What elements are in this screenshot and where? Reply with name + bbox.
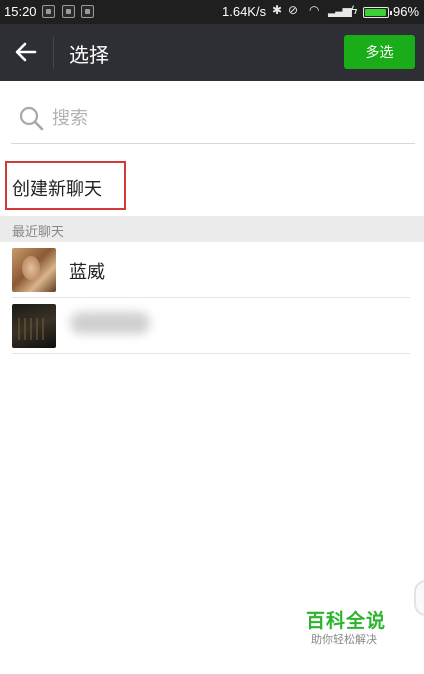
avatar: [12, 304, 56, 348]
avatar: [12, 248, 56, 292]
net-speed: 1.64K/s: [222, 4, 267, 19]
contact-name: 蓝威: [69, 262, 105, 282]
alarm-off-icon: ⊘: [288, 3, 299, 17]
floating-edge-handle[interactable]: [414, 580, 424, 616]
bluetooth-icon: ✱: [272, 3, 283, 17]
row-divider: [12, 353, 410, 354]
battery-icon: [363, 7, 392, 18]
status-time: 15:20: [4, 4, 37, 19]
signal-icon: ▂▃▅: [328, 3, 352, 17]
status-bar: 15:20 1.64K/s ✱ ⊘ ◠ ▂▃▅ ϟ 96%: [0, 0, 424, 24]
recent-chats-label: 最近聊天: [12, 224, 65, 239]
search-icon: [19, 106, 44, 131]
title-bar: 选择 多选: [0, 24, 424, 81]
multi-select-button[interactable]: 多选: [344, 35, 415, 69]
notification-icon: [62, 5, 75, 18]
create-new-chat-button[interactable]: 创建新聊天: [5, 161, 126, 210]
notification-icon: [81, 5, 94, 18]
contact-row[interactable]: [0, 298, 424, 354]
back-arrow-icon: [15, 42, 37, 62]
blurred-contact-name: [70, 312, 150, 334]
battery-percent: 96%: [393, 4, 420, 19]
search-bar[interactable]: [11, 98, 415, 144]
watermark-subtitle: 助你轻松解决: [311, 634, 377, 646]
recent-chats-header: 最近聊天: [0, 216, 424, 242]
contact-row[interactable]: 蓝威: [0, 242, 424, 298]
wifi-icon: ◠: [309, 3, 320, 17]
page-title: 选择: [69, 45, 109, 67]
search-input[interactable]: [52, 104, 392, 132]
charging-icon: ϟ: [351, 3, 358, 17]
watermark-title: 百科全说: [306, 611, 387, 632]
title-divider: [53, 36, 54, 69]
battery-level: [365, 9, 386, 16]
back-button[interactable]: [0, 24, 52, 81]
notification-icon: [42, 5, 55, 18]
create-new-chat-label: 创建新聊天: [12, 179, 102, 199]
